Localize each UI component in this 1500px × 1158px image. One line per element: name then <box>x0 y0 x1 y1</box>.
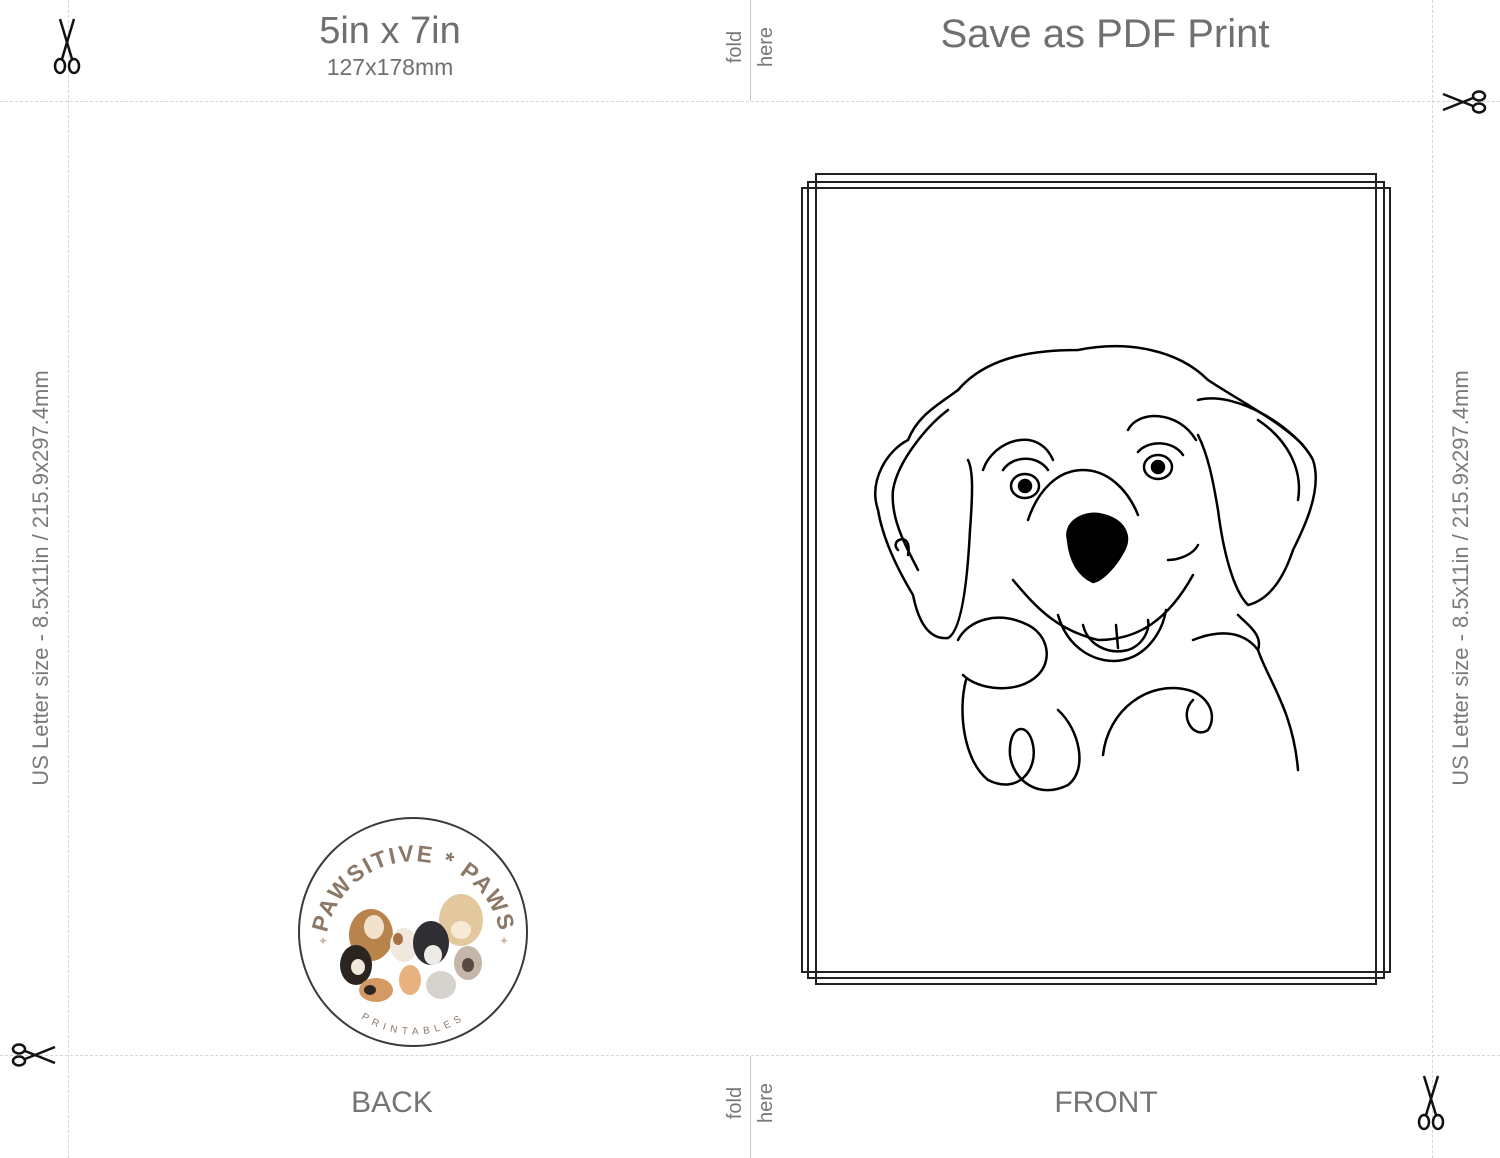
fold-label-bottom: fold <box>724 1086 746 1120</box>
fold-label-top: fold <box>724 30 746 64</box>
top-fold-mark <box>750 0 751 101</box>
back-panel-label: BACK <box>351 1086 433 1119</box>
save-as-pdf-label: Save as PDF Print <box>940 12 1270 56</box>
here-label-top: here <box>755 26 777 68</box>
side-label-right: US Letter size - 8.5x11in / 215.9x297.4m… <box>1448 370 1473 786</box>
front-panel-label: FRONT <box>1054 1086 1158 1119</box>
svg-text:✦: ✦ <box>318 934 328 948</box>
scissors-icon <box>1416 1074 1446 1138</box>
left-cut-guide <box>68 0 69 1158</box>
here-label-bottom: here <box>755 1082 777 1124</box>
card-size-metric: 127x178mm <box>326 54 454 80</box>
right-cut-guide <box>1432 0 1433 1158</box>
card-size-title: 5in x 7in <box>319 10 461 52</box>
pawsitive-paws-logo: PAWSITIVE * PAWS PRINTABLES ✦ ✦ <box>296 815 530 1054</box>
front-card-artwork <box>798 170 1394 993</box>
scissors-icon <box>8 1041 58 1073</box>
side-label-left: US Letter size - 8.5x11in / 215.9x297.4m… <box>28 370 53 786</box>
dog-line-drawing-icon <box>874 345 1317 792</box>
top-cut-guide <box>0 101 1500 102</box>
bottom-fold-mark <box>750 1056 751 1158</box>
scissors-icon <box>1440 88 1490 120</box>
scissors-icon <box>52 16 82 80</box>
svg-text:✦: ✦ <box>499 934 509 948</box>
